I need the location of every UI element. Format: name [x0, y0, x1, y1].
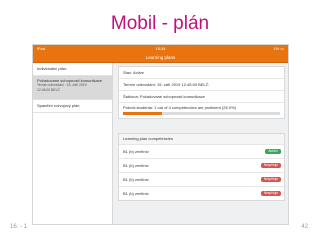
plan-detail: Stav: Active Termín odevzdání: 15. září …: [113, 63, 288, 224]
status-badge: Nesplňuje: [260, 163, 281, 168]
battery-indicator: 1% ▭: [273, 46, 284, 51]
ipad-screenshot: iPad 15:34 1% ▭ Learning plans Individuá…: [32, 44, 289, 225]
slide-page-number: 42: [301, 224, 308, 230]
status-time: 15:34: [155, 46, 166, 51]
competency-row[interactable]: B1 (b) změlnív Nesplňuje: [119, 173, 284, 187]
sidebar-item-development-plan[interactable]: Spanělní rozvojový plán: [33, 100, 112, 113]
competency-label: B1 (b) změlnív: [123, 163, 149, 168]
sidebar-item-label: Individuální plán:: [37, 66, 68, 71]
sidebar-item-individual-plan[interactable]: Individuální plán:: [33, 63, 112, 76]
plan-summary-card: Stav: Active Termín odevzdání: 15. září …: [118, 66, 285, 119]
template-text: Šablona: Požadované schopnosti komunikac…: [123, 94, 205, 99]
competencies-title: Learning plan competencies: [123, 136, 174, 141]
status-badge: Nesplňuje: [260, 177, 281, 182]
competency-label: B1 (b) změlnív: [123, 191, 149, 196]
progress-bar: [123, 112, 280, 115]
status-badge: Nesplňuje: [260, 191, 281, 196]
status-text: Stav: Active: [123, 70, 144, 75]
nav-title: Learning plans: [145, 55, 176, 60]
sidebar: Individuální plán: Požadované schopnosti…: [33, 63, 113, 224]
template-row: Šablona: Požadované schopnosti komunikac…: [119, 91, 284, 103]
sidebar-item-due-time: 12:45:00 BELČ: [37, 88, 60, 92]
due-text: Termín odevzdání: 15. září 2019 12:45:00…: [123, 82, 209, 87]
nav-bar: Learning plans: [33, 53, 288, 63]
competency-label: B1 (b) změlnív: [123, 149, 149, 154]
sidebar-item-label: Spanělní rozvojový plán: [37, 103, 80, 108]
competency-row[interactable]: B1 (b) změlnív Nesplňuje: [119, 159, 284, 173]
status-badge: Aktivní: [265, 149, 281, 154]
slide-footer-date: 16. - 1: [10, 224, 28, 230]
progress-text: Pokrok studenta: 1 out of 4 competencies…: [123, 105, 236, 110]
status-row: Stav: Active: [119, 67, 284, 79]
slide-title: Mobil - plán: [110, 13, 210, 34]
sidebar-item-selected-plan[interactable]: Požadované schopnosti komunikace Termín …: [33, 76, 112, 100]
competencies-card: Learning plan competencies B1 (b) změlní…: [118, 133, 285, 201]
competency-row[interactable]: B1 (b) změlnív Nesplňuje: [119, 187, 284, 200]
progress-fill: [123, 112, 163, 115]
progress-row: Pokrok studenta: 1 out of 4 competencies…: [119, 103, 284, 118]
sidebar-item-label: Požadované schopnosti komunikace: [37, 78, 102, 83]
competency-row[interactable]: B1 (b) změlnív Aktivní: [119, 145, 284, 159]
status-bar: iPad 15:34 1% ▭: [33, 45, 288, 53]
competencies-header: Learning plan competencies: [119, 134, 284, 145]
due-row: Termín odevzdání: 15. září 2019 12:45:00…: [119, 79, 284, 91]
competency-label: B1 (b) změlnív: [123, 177, 149, 182]
